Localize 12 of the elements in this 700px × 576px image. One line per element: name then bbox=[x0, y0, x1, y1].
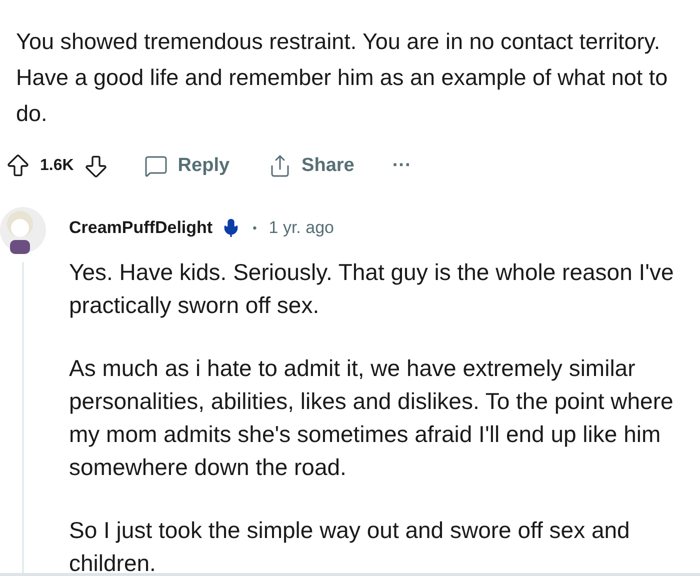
username[interactable]: CreamPuffDelight bbox=[69, 218, 213, 238]
reply-button[interactable]: Reply bbox=[136, 150, 238, 182]
more-button[interactable]: ··· bbox=[384, 151, 420, 181]
share-button[interactable]: Share bbox=[260, 150, 362, 182]
comment-icon bbox=[144, 154, 168, 178]
comment-paragraph: Yes. Have kids. Seriously. That guy is the whole reason I've practically sworn off sex. bbox=[69, 258, 675, 320]
vote-count: 1.6K bbox=[40, 157, 74, 175]
separator-dot: • bbox=[252, 221, 257, 235]
comment-text: You showed tremendous restraint. You are in no contact territory. Have a good life and remember him as an example of what not to do. bbox=[15, 28, 669, 128]
comment-paragraph: As much as i hate to admit it, we have extremely similar personalities, abilities, likes and dislikes. To the point where my mom admits she's sometimes afraid I'll end up like him somewhere down the road. bbox=[69, 354, 674, 482]
timestamp: 1 yr. ago bbox=[268, 218, 334, 238]
comment-paragraph: So I just took the simple way out and swore off sex and children. bbox=[69, 516, 631, 573]
